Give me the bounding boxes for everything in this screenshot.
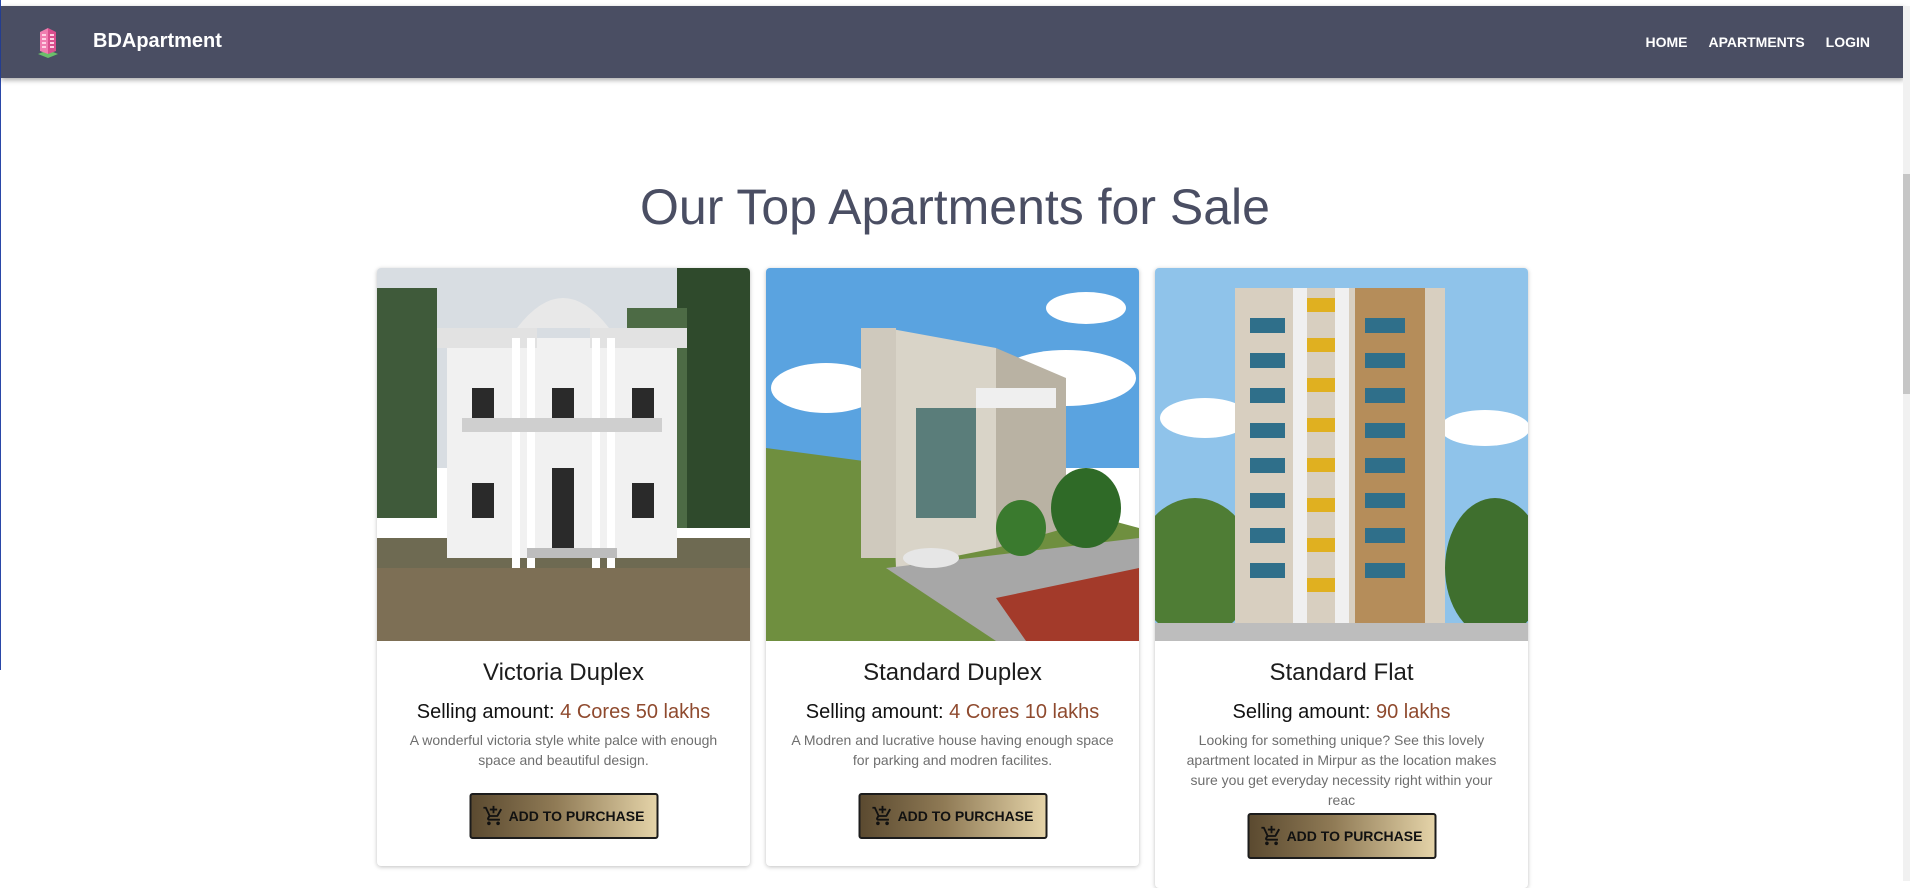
price-value: 4 Cores 10 lakhs [949, 701, 1100, 723]
top-navbar: BDApartment HOME APARTMENTS LOGIN [1, 6, 1904, 78]
price-value: 4 Cores 50 lakhs [560, 701, 711, 723]
brand-name[interactable]: BDApartment [93, 30, 222, 53]
add-to-purchase-button[interactable]: ADD TO PURCHASE [469, 793, 658, 839]
apartment-card: Standard Duplex Selling amount: 4 Cores … [766, 268, 1139, 866]
button-label: ADD TO PURCHASE [897, 808, 1034, 824]
building-logo-icon[interactable] [32, 24, 64, 60]
add-to-purchase-button[interactable]: ADD TO PURCHASE [858, 793, 1047, 839]
left-edge-line [0, 0, 1, 670]
price-value: 90 lakhs [1375, 701, 1451, 723]
nav-link-apartments[interactable]: APARTMENTS [1708, 34, 1804, 50]
standard-duplex-image [766, 268, 1139, 641]
victoria-duplex-image [377, 268, 750, 641]
button-label: ADD TO PURCHASE [1286, 828, 1423, 844]
add-to-purchase-button[interactable]: ADD TO PURCHASE [1247, 813, 1436, 859]
nav-links: HOME APARTMENTS LOGIN [1645, 34, 1870, 50]
nav-link-home[interactable]: HOME [1645, 34, 1687, 50]
card-description: A wonderful victoria style white palce w… [409, 732, 718, 768]
selling-amount: Selling amount: 90 lakhs [1155, 701, 1528, 724]
add-shopping-cart-icon [872, 805, 892, 826]
page-scrollbar[interactable] [1903, 6, 1910, 881]
apartment-card: Standard Flat Selling amount: 90 lakhs L… [1155, 268, 1528, 888]
add-shopping-cart-icon [1261, 825, 1281, 846]
apartment-card: Victoria Duplex Selling amount: 4 Cores … [377, 268, 750, 866]
selling-amount: Selling amount: 4 Cores 50 lakhs [377, 701, 750, 724]
price-label: Selling amount: [1232, 701, 1371, 723]
add-shopping-cart-icon [483, 805, 503, 826]
page-title: Our Top Apartments for Sale [640, 179, 1270, 235]
button-label: ADD TO PURCHASE [508, 808, 645, 824]
card-title: Victoria Duplex [483, 659, 644, 686]
standard-flat-image [1155, 268, 1528, 641]
price-label: Selling amount: [416, 701, 555, 723]
selling-amount: Selling amount: 4 Cores 10 lakhs [766, 701, 1139, 724]
price-label: Selling amount: [805, 701, 944, 723]
nav-link-login[interactable]: LOGIN [1826, 34, 1870, 50]
card-title: Standard Duplex [863, 659, 1042, 686]
card-description: A Modren and lucrative house having enou… [791, 732, 1114, 768]
card-title: Standard Flat [1269, 659, 1414, 686]
card-description: Looking for something unique? See this l… [1186, 732, 1497, 808]
